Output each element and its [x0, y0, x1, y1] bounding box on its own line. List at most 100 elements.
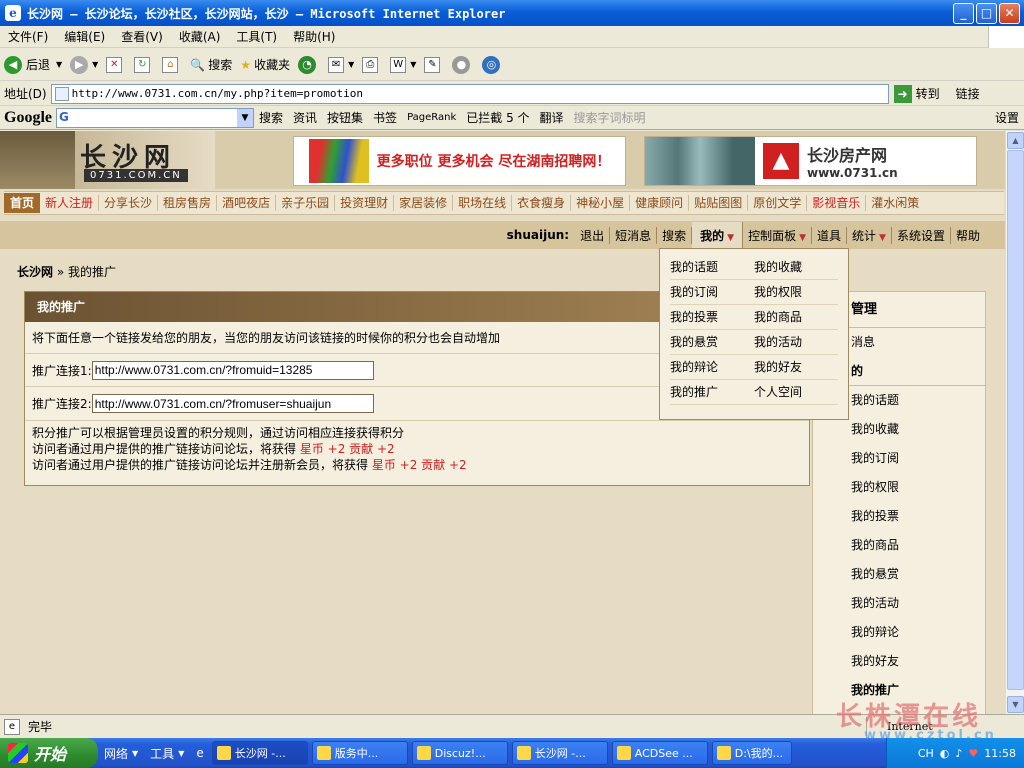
research-button[interactable]: ◎ — [478, 55, 508, 74]
job-ad-banner[interactable]: 更多职位 更多机会 尽在湖南招聘网！ — [293, 136, 626, 186]
quicklaunch-network[interactable]: 网络 ▼ — [98, 745, 144, 762]
history-button[interactable]: ◔ — [294, 55, 324, 74]
dropdown-item[interactable]: 我的收藏 — [754, 255, 838, 280]
scroll-up-icon[interactable]: ▲ — [1007, 132, 1024, 149]
mail-dropdown-icon[interactable]: ▼ — [348, 60, 354, 69]
language-indicator[interactable]: CH — [918, 747, 934, 760]
google-logo[interactable]: Google — [0, 109, 56, 127]
nav-register[interactable]: 新人注册 — [40, 195, 100, 211]
menu-view[interactable]: 查看(V) — [113, 28, 171, 45]
taskbar-window-button[interactable]: ACDSee ... — [611, 741, 708, 765]
nav-item[interactable]: 神秘小屋 — [571, 195, 631, 211]
nav-item[interactable]: 影视音乐 — [807, 195, 867, 211]
maximize-button[interactable]: □ — [976, 2, 997, 24]
vertical-scrollbar[interactable]: ▲ ▼ — [1005, 131, 1024, 714]
messenger-button[interactable]: ● — [448, 55, 478, 74]
search-button[interactable]: 🔍 搜索 — [186, 56, 236, 73]
sidebar-item[interactable]: 我的商品 — [813, 531, 985, 560]
taskbar-window-button[interactable]: 长沙网 -... — [511, 741, 608, 765]
go-button[interactable]: ➜ 转到 — [893, 84, 940, 103]
logout-link[interactable]: 退出 — [575, 226, 611, 244]
print-button[interactable]: ⎙ — [358, 56, 386, 73]
edit-button[interactable]: W ▼ — [386, 56, 420, 73]
nav-home[interactable]: 首页 — [4, 193, 41, 213]
translate-button[interactable]: 翻译 — [535, 109, 569, 126]
taskbar-window-button[interactable]: D:\我的... — [711, 741, 792, 765]
dropdown-item[interactable]: 我的权限 — [754, 280, 838, 305]
nav-item[interactable]: 亲子乐园 — [276, 195, 336, 211]
sidebar-item[interactable]: 我的好友 — [813, 647, 985, 676]
quicklaunch-tools[interactable]: 工具 ▼ — [144, 745, 190, 762]
search-link[interactable]: 搜索 — [657, 226, 693, 244]
menu-favorites[interactable]: 收藏(A) — [171, 28, 229, 45]
start-button[interactable]: 开始 — [0, 738, 98, 768]
google-buttons-button[interactable]: 按钮集 — [322, 109, 368, 126]
nav-item[interactable]: 家居装修 — [394, 195, 454, 211]
menu-tools[interactable]: 工具(T) — [228, 28, 285, 45]
nav-item[interactable]: 职场在线 — [453, 195, 513, 211]
my-menu[interactable]: 我的 ▼ — [692, 221, 744, 249]
scroll-thumb[interactable] — [1007, 150, 1024, 690]
sidebar-item[interactable]: 我的权限 — [813, 473, 985, 502]
nav-item[interactable]: 灌水闲策 — [866, 195, 924, 211]
pagerank-indicator[interactable]: PageRank — [402, 112, 461, 123]
dropdown-item[interactable]: 我的好友 — [754, 355, 838, 380]
help-link[interactable]: 帮助 — [951, 227, 985, 244]
dropdown-item[interactable]: 我的活动 — [754, 330, 838, 355]
sidebar-item[interactable]: 我的订阅 — [813, 444, 985, 473]
heart-icon[interactable]: ♥ — [968, 747, 978, 760]
dropdown-item[interactable]: 我的商品 — [754, 305, 838, 330]
discuss-button[interactable]: ✎ — [420, 56, 448, 73]
back-dropdown-icon[interactable]: ▼ — [56, 60, 62, 69]
google-search-input[interactable]: G ▼ — [56, 107, 254, 128]
popup-blocked-button[interactable]: 已拦截 5 个 — [461, 109, 534, 126]
nav-item[interactable]: 健康顾问 — [630, 195, 690, 211]
menu-file[interactable]: 文件(F) — [0, 28, 56, 45]
highlight-button[interactable]: 搜索字词标明 — [569, 109, 651, 126]
dropdown-item[interactable]: 我的订阅 — [670, 280, 754, 305]
volume-icon[interactable]: ♪ — [955, 747, 962, 760]
nav-item[interactable]: 投资理财 — [335, 195, 395, 211]
favorites-button[interactable]: ★ 收藏夹 — [236, 56, 294, 73]
menu-help[interactable]: 帮助(H) — [285, 28, 343, 45]
realestate-ad-banner[interactable]: ▲ 长沙房产网 www.0731.cn — [644, 136, 977, 186]
nav-item[interactable]: 分享长沙 — [99, 195, 159, 211]
nav-item[interactable]: 贴贴图图 — [689, 195, 749, 211]
dropdown-item[interactable]: 我的辩论 — [670, 355, 754, 380]
dropdown-item[interactable]: 我的推广 — [670, 380, 754, 405]
nav-item[interactable]: 租房售房 — [158, 195, 218, 211]
links-button[interactable]: 链接 — [956, 85, 980, 102]
stats-menu[interactable]: 统计 ▼ — [847, 226, 892, 244]
control-panel-menu[interactable]: 控制面板 ▼ — [743, 226, 813, 244]
dropdown-item[interactable]: 我的投票 — [670, 305, 754, 330]
home-button[interactable]: ⌂ — [158, 56, 186, 73]
sidebar-item[interactable]: 我的悬赏 — [813, 560, 985, 589]
taskbar-window-button[interactable]: 版务中... — [311, 741, 408, 765]
taskbar-window-button[interactable]: 长沙网 -... — [211, 741, 308, 765]
google-news-button[interactable]: 资讯 — [288, 109, 322, 126]
pm-link[interactable]: 短消息 — [610, 226, 658, 244]
forward-dropdown-icon[interactable]: ▼ — [92, 60, 98, 69]
close-button[interactable]: ✕ — [999, 2, 1020, 24]
forward-button[interactable]: ▶ ▼ — [66, 55, 102, 74]
nav-item[interactable]: 衣食瘦身 — [512, 195, 572, 211]
google-search-button[interactable]: 搜索 — [254, 109, 288, 126]
sidebar-item[interactable]: 我的活动 — [813, 589, 985, 618]
stop-button[interactable]: ✕ — [102, 56, 130, 73]
mail-button[interactable]: ✉ ▼ — [324, 56, 358, 73]
tools-link[interactable]: 道具 — [812, 226, 848, 244]
sidebar-item[interactable]: 我的投票 — [813, 502, 985, 531]
address-input[interactable]: http://www.0731.com.cn/my.php?item=promo… — [50, 83, 889, 104]
link1-input[interactable] — [91, 360, 374, 380]
nav-item[interactable]: 原创文学 — [748, 195, 808, 211]
ie-quicklaunch-icon[interactable]: e — [190, 746, 209, 760]
dropdown-item[interactable]: 我的悬赏 — [670, 330, 754, 355]
google-dropdown-icon[interactable]: ▼ — [237, 108, 253, 127]
breadcrumb-home[interactable]: 长沙网 — [17, 265, 53, 279]
site-logo[interactable]: 长沙网 0731.COM.CN — [0, 131, 215, 189]
dropdown-item[interactable]: 个人空间 — [754, 380, 838, 405]
settings-link[interactable]: 系统设置 — [892, 226, 951, 244]
refresh-button[interactable]: ↻ — [130, 56, 158, 73]
google-bookmarks-button[interactable]: 书签 — [368, 109, 402, 126]
taskbar-window-button[interactable]: Discuz!... — [411, 741, 508, 765]
